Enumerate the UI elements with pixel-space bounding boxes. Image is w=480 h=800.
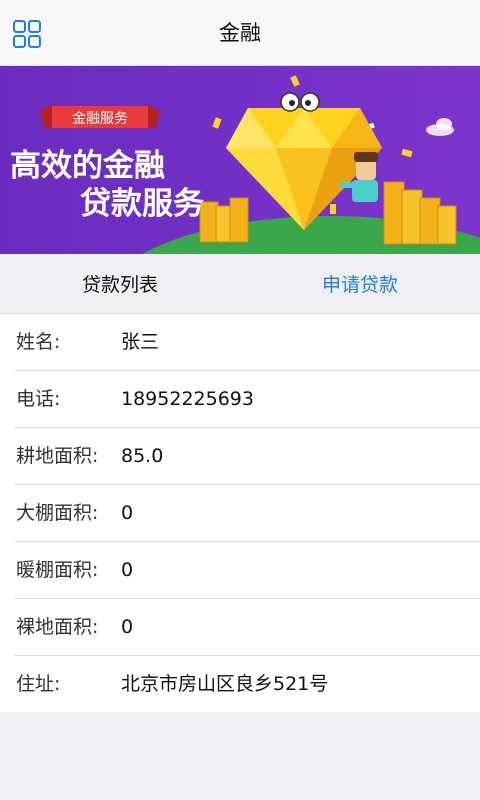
farmland-area-value: 85.0 xyxy=(121,445,164,467)
farmland-area-label: 耕地面积: xyxy=(16,445,99,467)
name-value: 张三 xyxy=(121,331,160,353)
promo-banner[interactable]: 金融服务 高效的金融 贷款服务 xyxy=(0,66,480,254)
tab-bar: 贷款列表 申请贷款 xyxy=(0,254,480,314)
app-header: 金融 xyxy=(0,0,480,66)
warm-greenhouse-area-label: 暖棚面积: xyxy=(16,559,99,581)
tab-apply-loan[interactable]: 申请贷款 xyxy=(240,254,480,314)
page-title: 金融 xyxy=(219,21,261,45)
form-row-address: 住址: 北京市房山区良乡521号 xyxy=(0,656,480,713)
greenhouse-area-value: 0 xyxy=(121,502,134,524)
phone-value: 18952225693 xyxy=(121,388,254,410)
form-row-farmland: 耕地面积: 85.0 xyxy=(0,428,480,485)
banner-headline-line2: 贷款服务 xyxy=(80,186,204,222)
phone-label: 电话: xyxy=(16,388,61,410)
address-value: 北京市房山区良乡521号 xyxy=(121,673,329,695)
greenhouse-area-label: 大棚面积: xyxy=(16,502,99,524)
form-row-name: 姓名: 张三 xyxy=(0,314,480,371)
form-row-warm-greenhouse: 暖棚面积: 0 xyxy=(0,542,480,599)
loan-info-form: 姓名: 张三 电话: 18952225693 耕地面积: 85.0 大棚面积: … xyxy=(0,314,480,712)
banner-headline-line1: 高效的金融 xyxy=(10,148,165,184)
bare-land-area-value: 0 xyxy=(121,616,134,638)
name-label: 姓名: xyxy=(16,331,61,353)
address-label: 住址: xyxy=(16,673,61,695)
bare-land-area-label: 裸地面积: xyxy=(16,616,99,638)
ribbon-text: 金融服务 xyxy=(72,111,128,127)
form-row-greenhouse: 大棚面积: 0 xyxy=(0,485,480,542)
warm-greenhouse-area-value: 0 xyxy=(121,559,134,581)
ribbon-badge: 金融服务 xyxy=(40,104,160,128)
form-row-phone: 电话: 18952225693 xyxy=(0,371,480,428)
tab-loan-list[interactable]: 贷款列表 xyxy=(0,254,240,314)
form-row-bare-land: 裸地面积: 0 xyxy=(0,599,480,656)
